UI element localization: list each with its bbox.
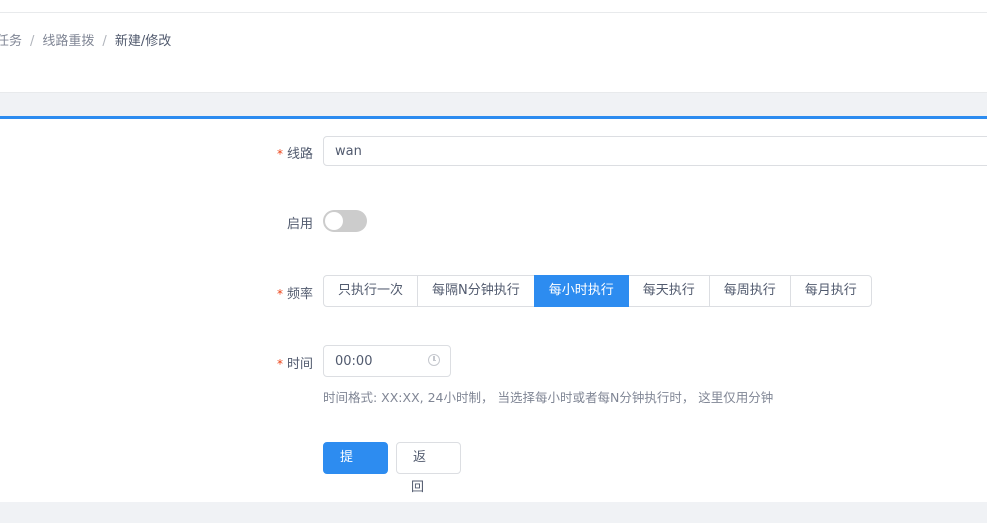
frequency-option-monthly[interactable]: 每月执行 (789, 275, 872, 307)
submit-button[interactable]: 提 交 (323, 442, 388, 495)
breadcrumb-separator: / (30, 34, 35, 49)
time-format-hint: 时间格式: XX:XX, 24小时制， 当选择每小时或者每N分钟执行时， 这里仅… (323, 390, 774, 405)
time-label: * 时间 (276, 357, 313, 372)
frequency-option-once[interactable]: 只执行一次 (323, 275, 419, 307)
frequency-option-hourly[interactable]: 每小时执行 (533, 275, 629, 307)
form-row-enable: 启用 (0, 210, 987, 232)
frequency-radio-group: 只执行一次 每隔N分钟执行 每小时执行 每天执行 每周执行 每月执行 (323, 275, 872, 307)
form-row-frequency: * 频率 只执行一次 每隔N分钟执行 每小时执行 每天执行 每周执行 每月执行 (0, 275, 987, 307)
breadcrumb-item-line-redial[interactable]: 线路重拨 (42, 34, 94, 49)
line-label: * 线路 (276, 147, 313, 162)
breadcrumb: 任务 / 线路重拨 / 新建/修改 (0, 30, 171, 49)
frequency-option-weekly[interactable]: 每周执行 (708, 275, 791, 307)
required-mark: * (276, 287, 283, 301)
time-input[interactable] (324, 346, 425, 376)
frequency-label: * 频率 (276, 287, 313, 302)
frequency-option-every-n-minutes[interactable]: 每隔N分钟执行 (417, 275, 535, 307)
clock-icon[interactable] (428, 354, 440, 366)
required-mark: * (276, 357, 283, 371)
breadcrumb-bar: 任务 / 线路重拨 / 新建/修改 (0, 13, 987, 93)
breadcrumb-item-current: 新建/修改 (114, 34, 172, 49)
line-input[interactable] (323, 136, 987, 166)
frequency-option-daily[interactable]: 每天执行 (627, 275, 710, 307)
top-header (0, 0, 987, 13)
switch-knob (325, 212, 343, 230)
breadcrumb-item-task[interactable]: 任务 (0, 34, 22, 49)
form-card: *线路 启用 *频率 只执行一次 每隔N分钟执行 每小时执行 每天执行 每周执行… (0, 116, 987, 502)
time-picker[interactable] (323, 345, 451, 377)
required-mark: * (276, 147, 283, 161)
enable-label: 启用 (286, 217, 313, 232)
form-row-line: * 线路 (0, 136, 987, 168)
breadcrumb-separator: / (102, 34, 107, 49)
back-button[interactable]: 返 回 (396, 442, 461, 495)
enable-switch[interactable] (323, 210, 367, 232)
form-row-time: * 时间 (0, 345, 987, 377)
